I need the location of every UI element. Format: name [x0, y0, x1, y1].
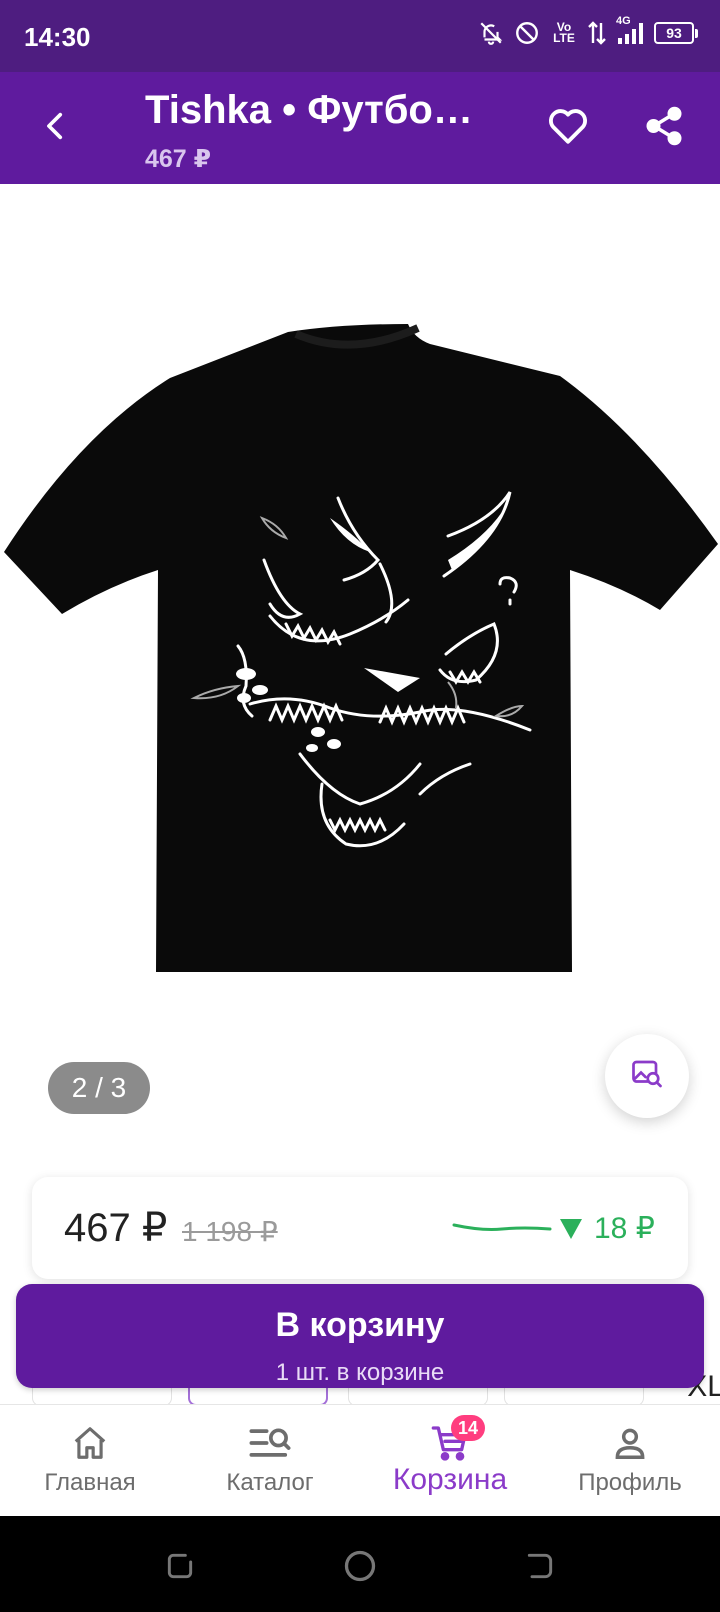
- favorite-button[interactable]: [540, 100, 596, 156]
- share-icon: [643, 105, 685, 152]
- cart-badge: 14: [451, 1415, 485, 1441]
- bell-off-icon: [478, 20, 504, 46]
- back-button[interactable]: [28, 100, 84, 156]
- back-system-button[interactable]: [520, 1546, 560, 1586]
- recent-apps-button[interactable]: [160, 1546, 200, 1586]
- home-icon: [70, 1423, 110, 1463]
- heart-icon: [547, 106, 589, 151]
- nav-label-profile: Профиль: [578, 1469, 682, 1496]
- system-nav-bar: [0, 1516, 720, 1612]
- app-header: Tishka • Футбо… 467 ₽: [0, 72, 720, 184]
- battery-icon: 93: [654, 22, 698, 44]
- current-price: 467 ₽: [64, 1206, 168, 1250]
- cart-quantity-label: 1 шт. в корзине: [275, 1359, 445, 1386]
- nav-label-catalog: Каталог: [226, 1469, 314, 1496]
- do-not-disturb-icon: [514, 20, 540, 46]
- product-image[interactable]: [0, 324, 720, 1004]
- back-arrow-icon: [39, 109, 73, 148]
- home-system-button[interactable]: [340, 1546, 380, 1586]
- page-indicator: 2 / 3: [48, 1062, 150, 1114]
- nav-item-cart[interactable]: 14 Корзина: [370, 1405, 530, 1517]
- nav-label-home: Главная: [44, 1469, 136, 1496]
- nav-item-home[interactable]: Главная: [20, 1405, 160, 1517]
- down-arrow-icon: [560, 1218, 582, 1239]
- share-button[interactable]: [636, 100, 692, 156]
- price-trend-line: [452, 1217, 552, 1242]
- nav-label-cart: Корзина: [392, 1463, 508, 1496]
- status-time: 14:30: [24, 22, 91, 52]
- profile-icon: [611, 1423, 649, 1463]
- bottom-nav: Главная Каталог 14 Корзина Профиль: [0, 1404, 720, 1516]
- signal-icon: 4G: [616, 16, 644, 46]
- old-price: 1 198 ₽: [182, 1216, 278, 1247]
- price-drop-value: 18 ₽: [594, 1212, 655, 1245]
- header-price: 467 ₽: [145, 145, 212, 173]
- volte-icon: Vo LTE: [553, 20, 575, 45]
- visual-search-button[interactable]: [605, 1034, 689, 1118]
- add-to-cart-label: В корзину: [275, 1306, 445, 1344]
- catalog-search-icon: [248, 1423, 292, 1463]
- add-to-cart-button[interactable]: В корзину 1 шт. в корзине: [16, 1284, 704, 1388]
- product-title: Tishka • Футбо…: [145, 88, 473, 132]
- image-search-icon: [629, 1056, 665, 1097]
- nav-item-catalog[interactable]: Каталог: [200, 1405, 340, 1517]
- status-bar: 14:30 Vo LTE 4G 93: [0, 0, 720, 72]
- status-icons: Vo LTE 4G 93: [478, 16, 698, 46]
- price-card[interactable]: 467 ₽ 1 198 ₽ 18 ₽: [32, 1177, 688, 1279]
- cart-icon: 14: [429, 1415, 485, 1463]
- nav-item-profile[interactable]: Профиль: [560, 1405, 700, 1517]
- data-transfer-icon: [588, 20, 606, 46]
- product-gallery[interactable]: 2 / 3: [0, 184, 720, 1144]
- price-drop: 18 ₽: [560, 1211, 655, 1246]
